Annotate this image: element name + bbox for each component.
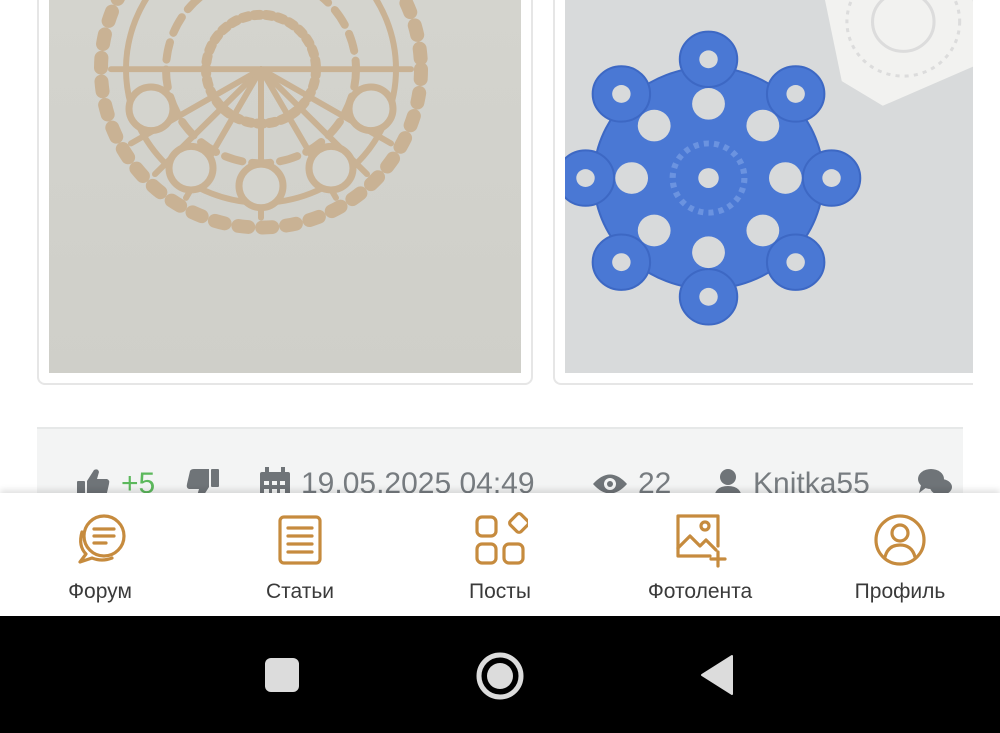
nav-forum-label: Форум: [68, 580, 132, 603]
blue-doily-photo[interactable]: [565, 0, 973, 373]
nav-posts-label: Посты: [469, 580, 531, 603]
posts-grid-icon: [475, 512, 528, 565]
nav-profile-label: Профиль: [854, 580, 946, 603]
articles-icon: [278, 515, 322, 565]
nav-posts[interactable]: Посты: [400, 493, 600, 616]
recents-square-icon[interactable]: [264, 657, 300, 693]
photo-card-right[interactable]: [553, 0, 973, 385]
nav-photofeed[interactable]: Фотолента: [600, 493, 800, 616]
nav-articles-label: Статьи: [265, 580, 335, 603]
system-navigation-bar: [0, 616, 1000, 733]
home-circle-icon[interactable]: [475, 651, 525, 701]
nav-profile[interactable]: Профиль: [800, 493, 1000, 616]
nav-photofeed-label: Фотолента: [647, 580, 753, 603]
nav-forum[interactable]: Форум: [0, 493, 200, 616]
back-triangle-icon[interactable]: [699, 654, 735, 696]
nav-articles[interactable]: Статьи: [200, 493, 400, 616]
photo-add-icon: [676, 514, 727, 568]
bottom-navigation: Форум Статьи Посты Фотолента Профиль: [0, 493, 1000, 616]
photo-card-left[interactable]: [37, 0, 533, 385]
beige-doily-photo[interactable]: [49, 0, 521, 373]
forum-chat-icon: [78, 514, 126, 564]
profile-icon: [874, 514, 926, 566]
